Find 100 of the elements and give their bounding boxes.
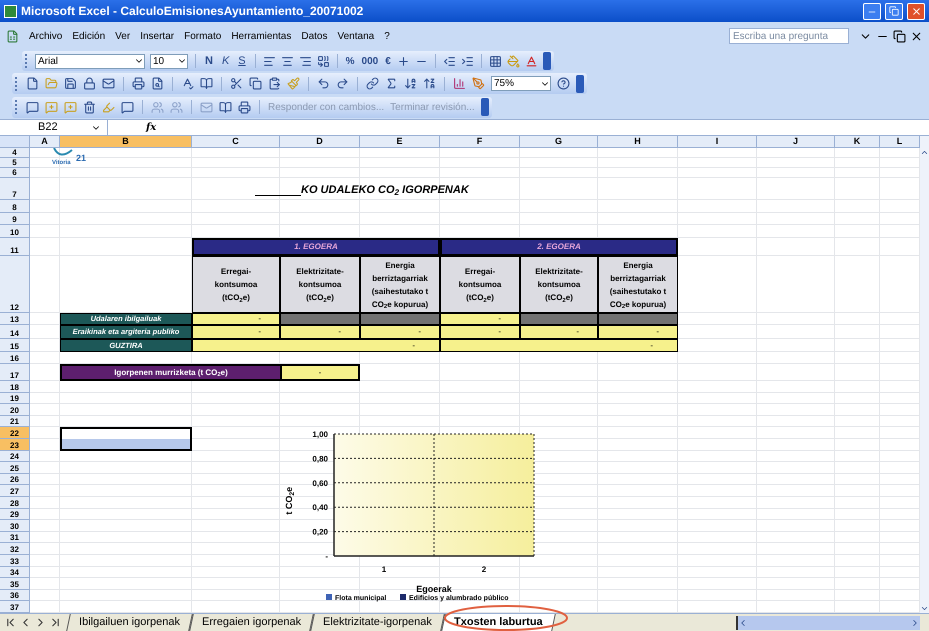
help-icon[interactable] (557, 77, 570, 90)
row-header[interactable]: 27 (0, 485, 30, 497)
restore-button[interactable] (885, 2, 903, 20)
row-header[interactable]: 29 (0, 508, 30, 520)
menu-item[interactable]: Formato (184, 28, 222, 44)
comment-icon[interactable] (26, 100, 39, 114)
sort-ascending-icon[interactable] (404, 77, 417, 90)
align-left-icon[interactable] (262, 54, 276, 68)
align-center-icon[interactable] (280, 54, 294, 68)
merge-cells-icon[interactable] (316, 54, 330, 68)
row-header[interactable]: 31 (0, 532, 30, 544)
delete-icon[interactable] (83, 100, 96, 114)
row-header[interactable]: 5 (0, 158, 30, 168)
row-header[interactable]: 21 (0, 416, 30, 428)
column-header[interactable]: H (598, 136, 678, 148)
number-format-button[interactable]: 000 (360, 54, 380, 68)
chart-icon[interactable] (453, 77, 466, 90)
font-color-icon[interactable] (524, 54, 538, 68)
row-header[interactable]: 25 (0, 462, 30, 474)
align-right-icon[interactable] (298, 54, 312, 68)
undo-icon[interactable] (317, 77, 330, 90)
row-header[interactable]: 34 (0, 566, 30, 578)
drawing-icon[interactable] (472, 77, 485, 90)
row-header[interactable]: 6 (0, 168, 30, 178)
row-header[interactable]: 8 (0, 200, 30, 213)
sum-icon[interactable] (385, 77, 398, 90)
font-size-field[interactable]: 10 (150, 54, 188, 68)
style-button[interactable]: S (236, 52, 248, 70)
row-header[interactable]: 14 (0, 325, 30, 339)
menu-item[interactable]: Herramientas (231, 28, 292, 44)
menu-item[interactable]: ? (384, 28, 390, 44)
close-button[interactable] (907, 2, 925, 20)
spell-check-icon[interactable] (181, 77, 194, 90)
row-header[interactable]: 24 (0, 450, 30, 462)
menu-item[interactable]: Insertar (140, 28, 174, 44)
column-header[interactable]: E (360, 136, 440, 148)
row-header[interactable]: 37 (0, 601, 30, 613)
menu-item[interactable]: Ventana (337, 28, 374, 44)
borders-icon[interactable] (488, 54, 502, 68)
save-icon[interactable] (64, 77, 77, 90)
row-header[interactable]: 32 (0, 543, 30, 555)
cut-icon[interactable] (230, 77, 243, 90)
column-header[interactable]: A (30, 136, 60, 148)
style-button[interactable]: K (220, 52, 232, 70)
style-button[interactable]: N (203, 52, 215, 70)
row-header[interactable]: 30 (0, 520, 30, 532)
print-icon[interactable] (238, 100, 251, 114)
row-header[interactable]: 19 (0, 392, 30, 404)
menu-item[interactable]: Ver (115, 28, 130, 44)
fill-color-icon[interactable] (506, 54, 520, 68)
mail-icon[interactable] (102, 77, 115, 90)
paste-icon[interactable] (268, 77, 281, 90)
row-header[interactable]: 7 (0, 178, 30, 200)
sheet-tab[interactable]: Elektrizitate-igorpenak (310, 614, 445, 631)
horizontal-scrollbar[interactable] (736, 616, 920, 630)
column-header[interactable]: D (280, 136, 360, 148)
minimize-button[interactable] (863, 2, 881, 20)
column-header[interactable]: I (678, 136, 757, 148)
row-header[interactable]: 28 (0, 496, 30, 509)
row-header[interactable]: 23 (0, 438, 30, 451)
row-header[interactable]: 17 (0, 364, 30, 381)
lock-icon[interactable] (83, 77, 96, 90)
sheet-tab[interactable]: Ibilgailuen igorpenak (66, 614, 193, 631)
number-format-button[interactable]: % (344, 54, 356, 68)
row-header[interactable]: 36 (0, 590, 30, 602)
outdent-icon[interactable] (442, 54, 456, 68)
menu-item[interactable]: Archivo (29, 28, 62, 44)
font-name-field[interactable]: Arial (35, 54, 145, 68)
print-preview-icon[interactable] (151, 77, 164, 90)
new-file-icon[interactable] (26, 77, 39, 90)
number-format-button[interactable]: € (384, 54, 392, 68)
row-header[interactable]: 10 (0, 225, 30, 238)
indent-icon[interactable] (460, 54, 474, 68)
link-icon[interactable] (366, 77, 379, 90)
row-header[interactable]: 12 (0, 256, 30, 313)
row-header[interactable]: 15 (0, 339, 30, 352)
redo-icon[interactable] (336, 77, 349, 90)
toolbar-options-icon[interactable] (542, 52, 551, 70)
row-header[interactable]: 9 (0, 213, 30, 225)
menu-item[interactable]: Edición (72, 28, 106, 44)
row-header[interactable]: 18 (0, 381, 30, 393)
book-icon[interactable] (200, 77, 213, 90)
row-header[interactable]: 33 (0, 554, 30, 566)
row-header[interactable]: 26 (0, 474, 30, 486)
vertical-scrollbar[interactable] (920, 136, 929, 613)
book-icon[interactable] (219, 100, 232, 114)
column-header[interactable]: L (880, 136, 920, 148)
function-button[interactable]: fx (146, 120, 156, 135)
toolbar-options-icon[interactable] (480, 98, 489, 116)
increase-decimal-icon[interactable] (396, 54, 410, 68)
row-header[interactable]: 11 (0, 238, 30, 256)
sort-descending-icon[interactable] (423, 77, 436, 90)
toolbar-options-icon[interactable] (576, 74, 584, 92)
name-box[interactable]: B22 (0, 120, 108, 135)
scroll-down-icon[interactable] (920, 604, 929, 613)
row-header[interactable]: 35 (0, 578, 30, 590)
copy-icon[interactable] (249, 77, 262, 90)
column-header[interactable]: F (440, 136, 520, 148)
last-sheet-icon[interactable] (49, 616, 62, 629)
zoom-field[interactable]: 75% (491, 76, 551, 91)
